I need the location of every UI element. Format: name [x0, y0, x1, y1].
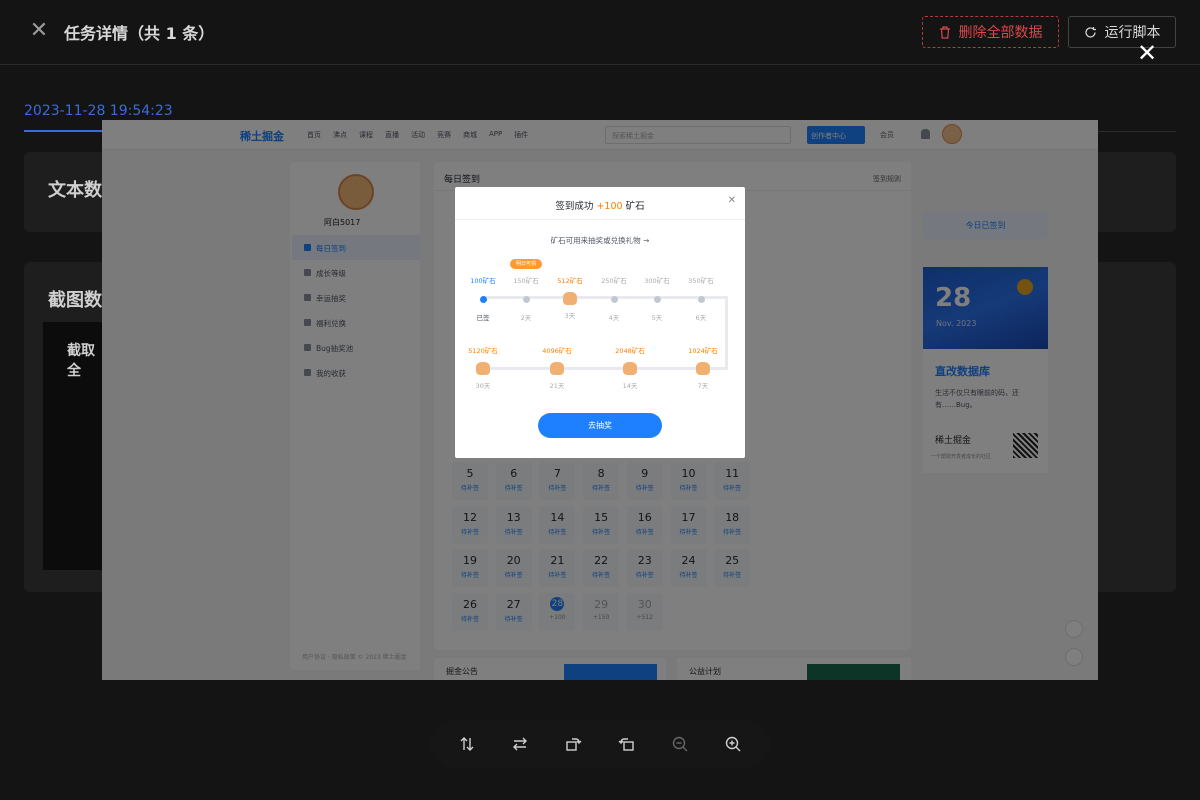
reward-step: 2048矿石 14天 — [610, 345, 650, 390]
text-data-title: 文本数 — [48, 180, 102, 201]
reward-day: 14天 — [622, 382, 638, 390]
reward-amount: 5120矿石 — [468, 347, 498, 355]
reward-amount: 2048矿石 — [615, 347, 645, 355]
reward-day: 6天 — [695, 314, 707, 322]
reward-day: 21天 — [549, 382, 565, 390]
reward-day: 3天 — [564, 312, 576, 320]
reward-amount: 1024矿石 — [688, 347, 718, 355]
ore-gem-icon — [623, 362, 637, 375]
viewer-close-icon[interactable]: ✕ — [1134, 40, 1160, 66]
reward-day: 5天 — [651, 314, 663, 322]
record-tab-underline — [24, 130, 106, 132]
reward-day: 7天 — [697, 382, 709, 390]
reward-step: 4096矿石 21天 — [537, 345, 577, 390]
reward-amount: 350矿石 — [688, 277, 714, 285]
reward-dot — [653, 296, 661, 303]
reward-dot — [479, 296, 487, 303]
zoom-out-icon[interactable] — [666, 730, 694, 758]
record-tab[interactable]: 2023-11-28 19:54:23 — [24, 103, 173, 119]
reward-amount: 100矿石 — [470, 277, 496, 285]
flip-vertical-icon[interactable] — [453, 730, 481, 758]
reward-day: 4天 — [608, 314, 620, 322]
modal-title: 签到成功 +100 矿石 — [455, 187, 745, 220]
delete-all-label: 删除全部数据 — [958, 25, 1043, 41]
progress-track — [725, 296, 728, 370]
reward-step: 350矿石 6天 — [681, 275, 721, 322]
close-icon: ✕ — [727, 195, 736, 206]
ore-gem-icon — [550, 362, 564, 375]
reward-amount: 512矿石 — [557, 277, 583, 285]
reward-step: 512矿石 3天 — [550, 275, 590, 320]
preview-image: 稀土掘金 首页 沸点 课程 直播 活动 竞赛 商城 APP 插件 探索稀土掘金 … — [102, 120, 1098, 680]
modal-title-prefix: 签到成功 — [555, 201, 594, 212]
reward-step: 300矿石 5天 — [637, 275, 677, 322]
reward-dot — [522, 296, 530, 303]
reward-amount: 4096矿石 — [542, 347, 572, 355]
rotate-right-icon[interactable] — [559, 730, 587, 758]
reward-day: 已签 — [476, 314, 490, 322]
refresh-icon — [1084, 26, 1096, 38]
page-title: 任务详情（共 1 条） — [64, 24, 215, 43]
ore-gem-icon — [696, 362, 710, 375]
reward-amount: 250矿石 — [601, 277, 627, 285]
reward-dot — [697, 296, 705, 303]
modal-hint: 矿石可用来抽奖或兑换礼物 → — [550, 236, 650, 245]
trash-icon — [939, 25, 950, 39]
zoom-in-icon[interactable] — [719, 730, 747, 758]
modal-title-amount: +100 — [596, 201, 623, 212]
reward-amount: 150矿石 — [513, 277, 539, 285]
reward-day: 30天 — [475, 382, 491, 390]
reward-step: 150矿石 2天 — [506, 275, 546, 322]
screenshot-card-title: 截取全 — [67, 343, 95, 379]
delete-all-button[interactable]: 删除全部数据 — [922, 16, 1059, 48]
reward-step: 250矿石 4天 — [594, 275, 634, 322]
close-icon[interactable]: ✕ — [28, 20, 50, 42]
image-toolbar — [430, 720, 770, 768]
rotate-left-icon[interactable] — [613, 730, 641, 758]
reward-step: 100矿石 已签 — [463, 275, 503, 322]
reward-step: 1024矿石 7天 — [683, 345, 723, 390]
modal-title-suffix: 矿石 — [625, 201, 645, 212]
flip-horizontal-icon[interactable] — [506, 730, 534, 758]
ore-gem-icon — [563, 292, 577, 305]
screenshot-card[interactable]: 截取全 — [43, 322, 103, 570]
reward-day: 2天 — [520, 314, 532, 322]
detail-header: ✕ 任务详情（共 1 条） 删除全部数据 运行脚本 — [0, 0, 1200, 65]
ore-gem-icon — [476, 362, 490, 375]
reward-dot — [610, 296, 618, 303]
screenshot-data-title: 截图数 — [48, 290, 102, 311]
tomorrow-badge: 明日可领 — [510, 259, 542, 269]
signin-success-modal: 签到成功 +100 矿石 ✕ 矿石可用来抽奖或兑换礼物 → 明日可领 100矿石… — [455, 187, 745, 458]
reward-step: 5120矿石 30天 — [463, 345, 503, 390]
go-lottery-button: 去抽奖 — [538, 413, 662, 438]
reward-amount: 300矿石 — [644, 277, 670, 285]
